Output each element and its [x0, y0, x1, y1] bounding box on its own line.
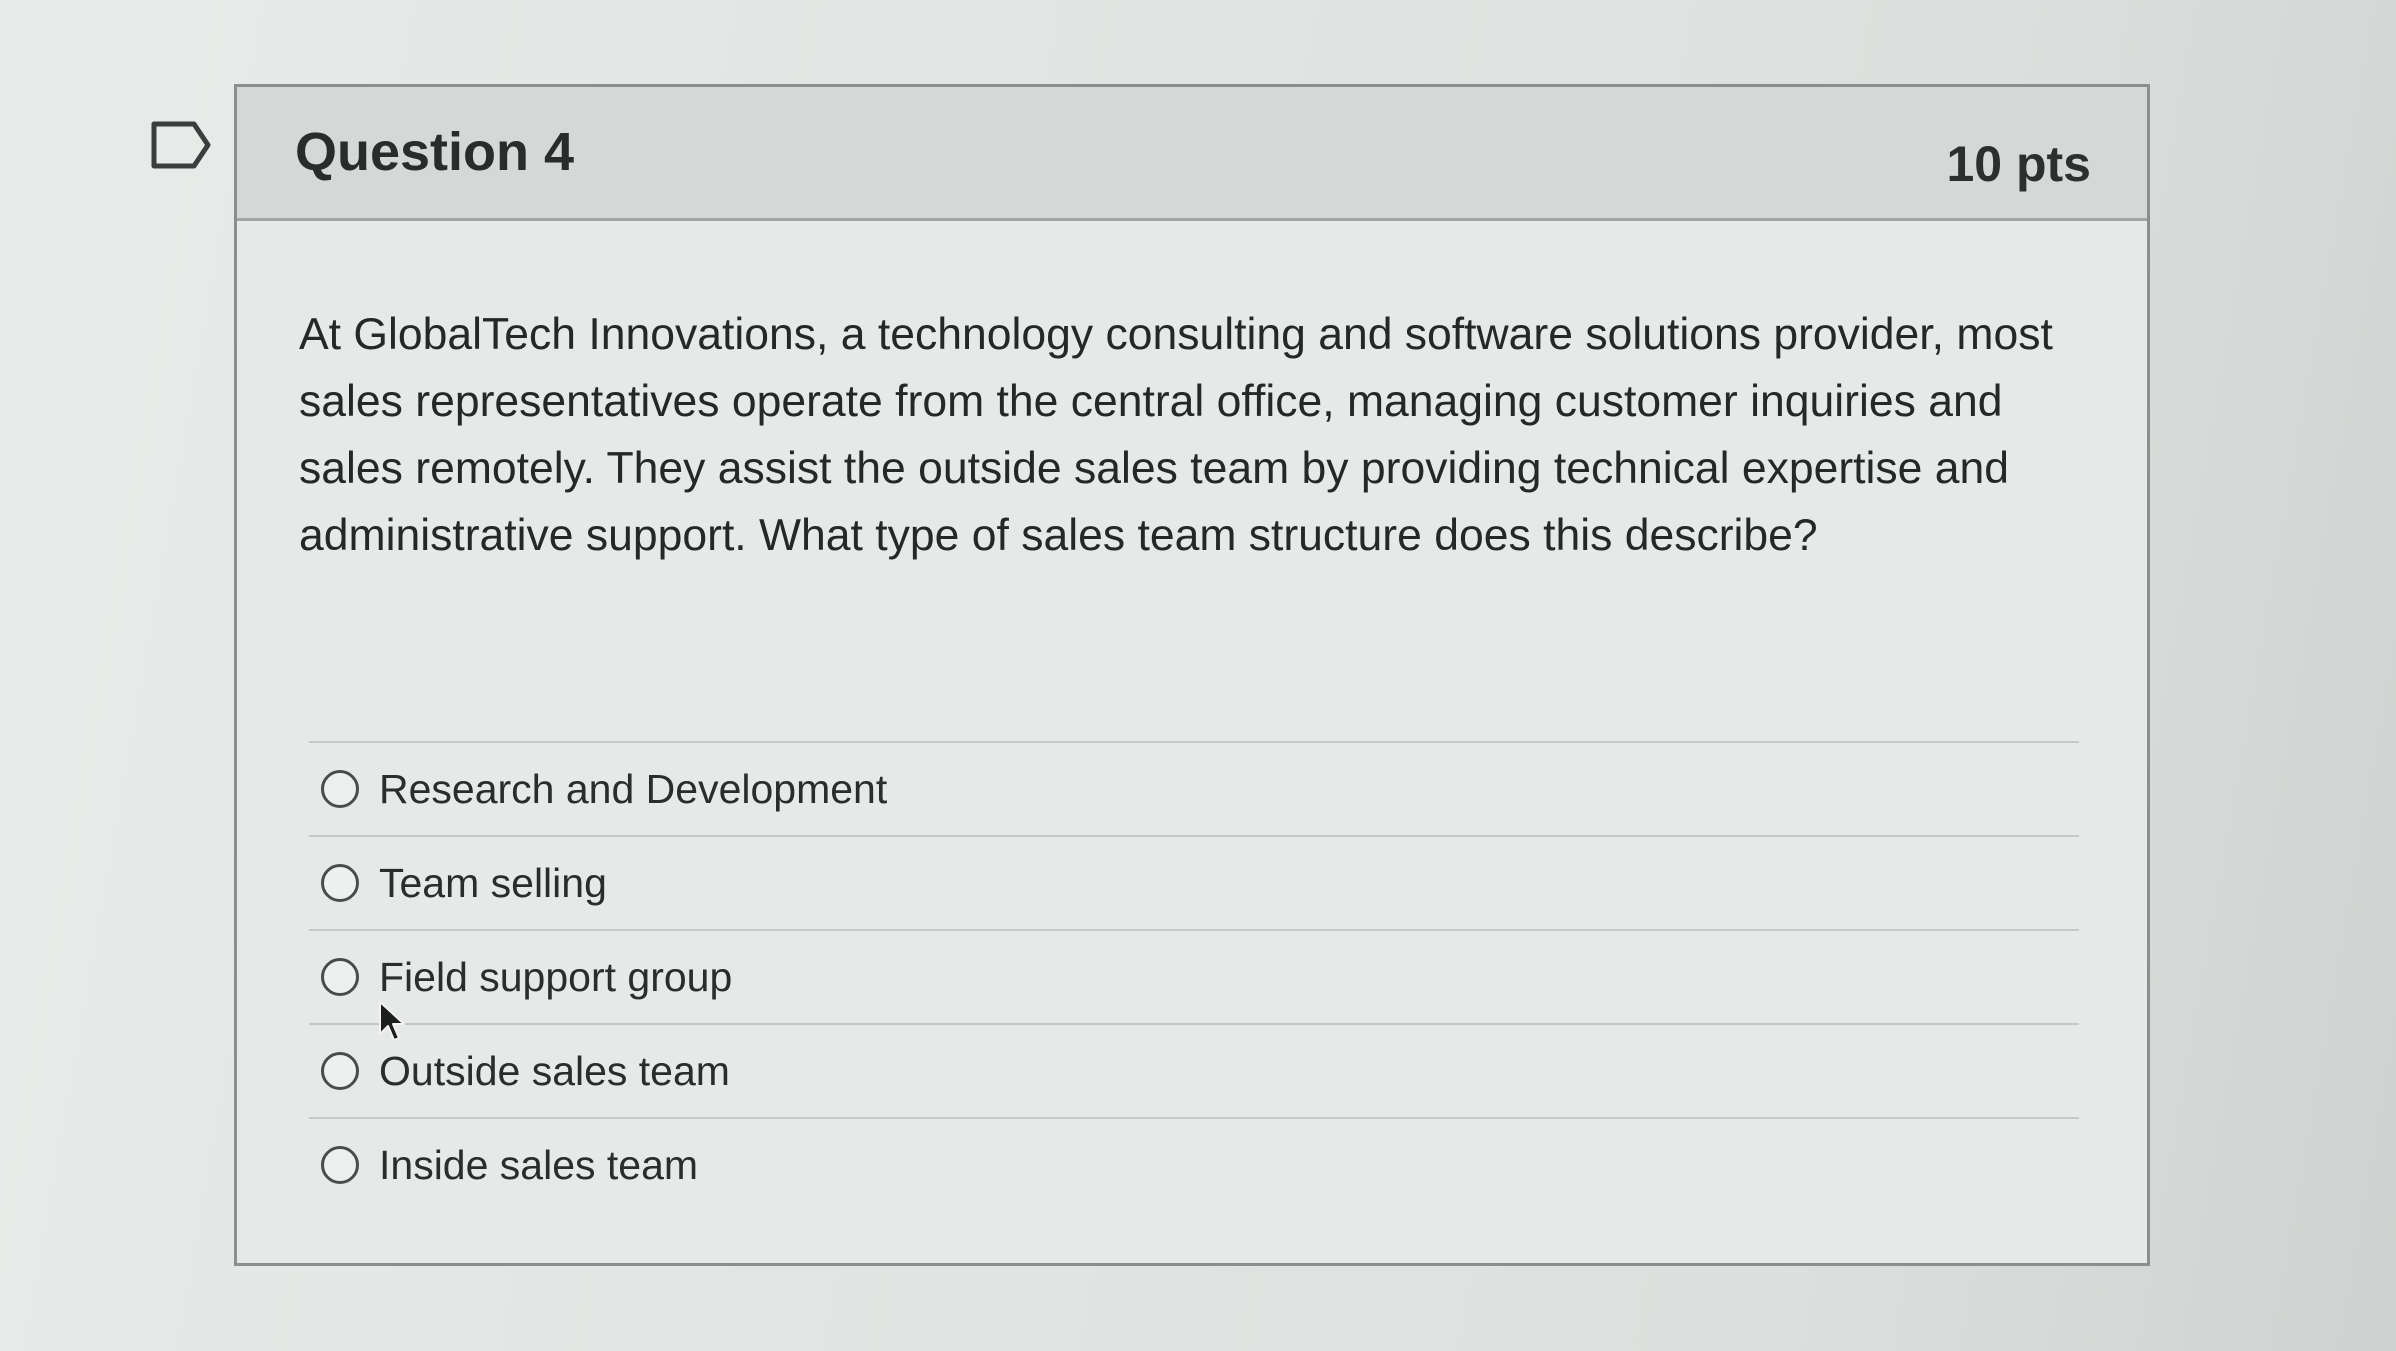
radio-button[interactable]	[321, 864, 359, 902]
answer-option[interactable]: Outside sales team	[309, 1023, 2079, 1117]
question-title: Question 4	[295, 122, 575, 182]
radio-button[interactable]	[321, 958, 359, 996]
question-text: At GlobalTech Innovations, a technology …	[299, 310, 2053, 560]
answer-option[interactable]: Field support group	[309, 929, 2079, 1023]
mouse-pointer-icon	[379, 1001, 405, 1041]
answer-label: Field support group	[379, 953, 733, 1000]
answer-label: Outside sales team	[379, 1047, 730, 1094]
answer-option[interactable]: Team selling	[309, 835, 2079, 929]
quiz-page: Question 4 10 pts At GlobalTech Innovati…	[0, 0, 2396, 1351]
answer-label: Inside sales team	[379, 1141, 699, 1188]
radio-button[interactable]	[321, 770, 359, 808]
answer-label: Research and Development	[379, 765, 888, 812]
flag-question-icon[interactable]	[150, 120, 212, 170]
radio-button[interactable]	[321, 1052, 359, 1090]
answer-label: Team selling	[379, 859, 607, 906]
radio-button[interactable]	[321, 1146, 359, 1184]
question-points: 10 pts	[1946, 136, 2091, 192]
answer-option[interactable]: Research and Development	[309, 741, 2079, 835]
question-card: Question 4 10 pts At GlobalTech Innovati…	[234, 84, 2150, 1266]
answer-list: Research and Development Team selling Fi…	[309, 741, 2079, 1211]
answer-option[interactable]: Inside sales team	[309, 1117, 2079, 1211]
question-header: Question 4 10 pts	[237, 87, 2147, 221]
